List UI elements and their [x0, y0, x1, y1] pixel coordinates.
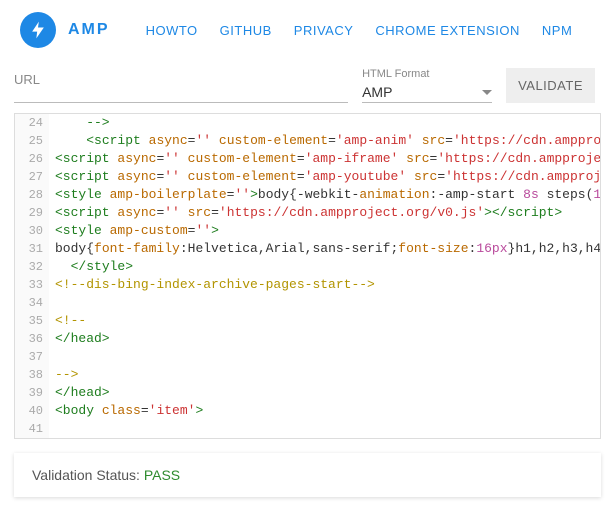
- controls-row: URL HTML Format AMP VALIDATE: [0, 60, 615, 107]
- amp-logo-icon: [20, 12, 56, 48]
- nav-chrome-extension[interactable]: CHROME EXTENSION: [375, 23, 520, 38]
- url-label: URL: [14, 72, 348, 87]
- chevron-down-icon: [482, 90, 492, 95]
- line-gutter: 24252627282930313233343536373839404142: [15, 114, 49, 438]
- html-format-select[interactable]: HTML Format AMP: [362, 68, 492, 103]
- nav-npm[interactable]: NPM: [542, 23, 572, 38]
- status-value: PASS: [144, 467, 180, 483]
- nav-howto[interactable]: HOWTO: [146, 23, 198, 38]
- header: AMP HOWTO GITHUB PRIVACY CHROME EXTENSIO…: [0, 0, 615, 60]
- validation-status-card: Validation Status: PASS: [14, 453, 601, 497]
- format-value: AMP: [362, 84, 392, 100]
- status-label: Validation Status:: [32, 467, 144, 483]
- nav-github[interactable]: GITHUB: [220, 23, 272, 38]
- format-label: HTML Format: [362, 68, 492, 80]
- url-input[interactable]: URL: [14, 72, 348, 103]
- code-content[interactable]: --> <script async='' custom-element='amp…: [55, 114, 600, 438]
- validate-button[interactable]: VALIDATE: [506, 68, 595, 103]
- nav-privacy[interactable]: PRIVACY: [294, 23, 354, 38]
- top-nav: HOWTO GITHUB PRIVACY CHROME EXTENSION NP…: [146, 23, 573, 38]
- brand-text: AMP: [68, 21, 110, 39]
- code-editor[interactable]: 24252627282930313233343536373839404142 -…: [14, 113, 601, 439]
